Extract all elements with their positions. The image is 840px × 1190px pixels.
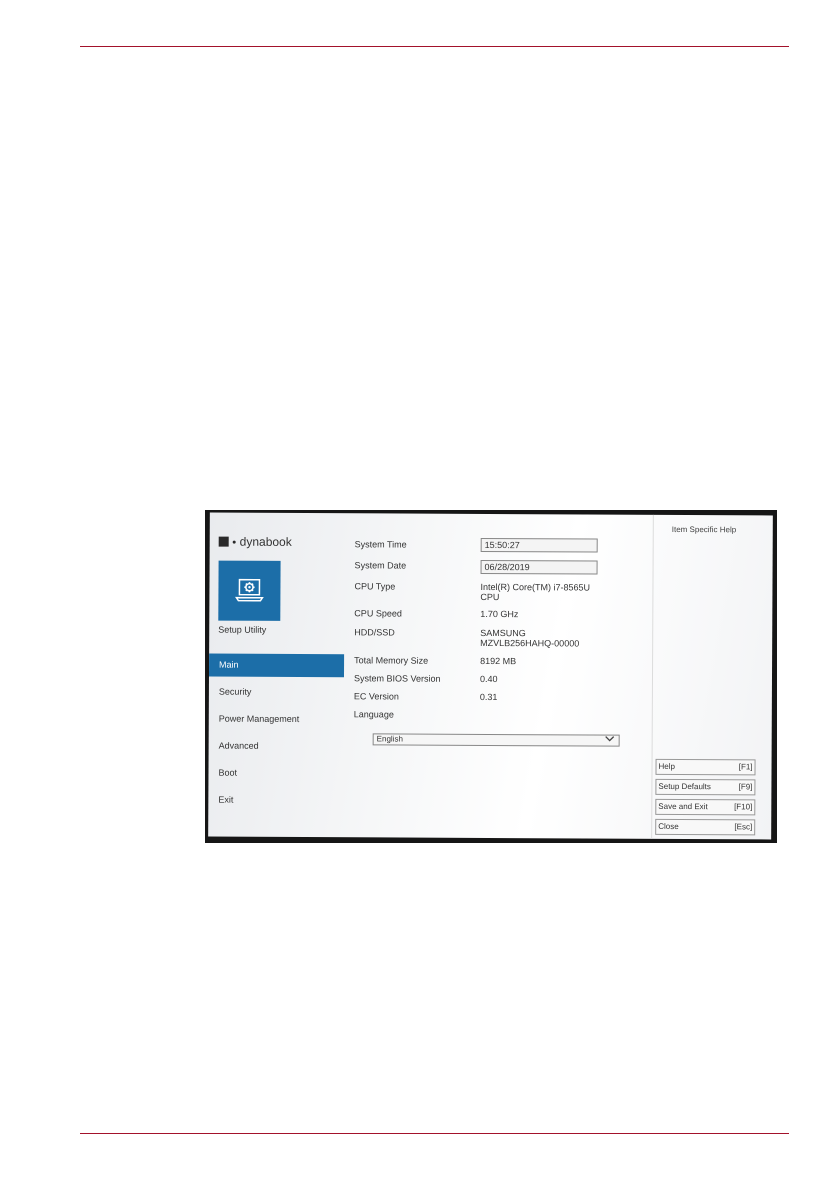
- hdd-ssd-value-line2: MZVLB256HAHQ-00000: [480, 637, 580, 649]
- setup-defaults-key-button[interactable]: Setup Defaults [F9]: [655, 778, 756, 796]
- language-selected-value: English: [376, 734, 403, 744]
- cpu-speed-label: CPU Speed: [354, 608, 402, 619]
- help-key-shortcut: [F1]: [738, 762, 753, 772]
- cpu-type-value: Intel(R) Core(TM) i7-8565U CPU: [480, 582, 590, 603]
- sidebar-item-boot[interactable]: Boot: [208, 762, 343, 786]
- dynabook-logo-icon: [218, 536, 229, 547]
- header-rule: [80, 46, 789, 47]
- sidebar-item-advanced[interactable]: Advanced: [209, 735, 344, 759]
- sidebar-item-exit[interactable]: Exit: [208, 789, 343, 813]
- hdd-ssd-value-line1: SAMSUNG: [480, 627, 526, 639]
- close-key-label: Close: [658, 821, 679, 831]
- system-time-label: System Time: [354, 539, 407, 550]
- help-pane-divider: [651, 514, 654, 839]
- cpu-speed-value: 1.70 GHz: [480, 608, 519, 620]
- hdd-ssd-value: SAMSUNG MZVLB256HAHQ-00000: [480, 628, 579, 649]
- sidebar-item-power-management[interactable]: Power Management: [209, 708, 344, 732]
- sidebar-nav: Main Security Power Management Advanced …: [208, 653, 345, 817]
- bios-version-value: 0.40: [479, 673, 498, 685]
- total-memory-label: Total Memory Size: [354, 655, 429, 666]
- total-memory-value: 8192 MB: [480, 655, 517, 667]
- setup-defaults-key-label: Setup Defaults: [658, 781, 711, 792]
- footer-rule: [80, 1133, 789, 1134]
- setup-utility-label: Setup Utility: [218, 624, 267, 635]
- cpu-type-value-line1: Intel(R) Core(TM) i7-8565U: [480, 581, 591, 593]
- brand-logo: dynabook: [218, 534, 292, 549]
- help-title: Item Specific Help: [671, 524, 737, 535]
- sidebar-item-security[interactable]: Security: [209, 681, 344, 705]
- laptop-gear-icon: [235, 578, 264, 602]
- function-key-list: Help [F1] Setup Defaults [F9] Save and E…: [655, 758, 756, 840]
- system-time-field[interactable]: 15:50:27: [480, 537, 598, 553]
- save-and-exit-key-label: Save and Exit: [658, 801, 708, 812]
- bios-screen-photo: dynabook Setup Utility Main Security Pow…: [205, 510, 777, 843]
- brand-dot-icon: [232, 540, 236, 544]
- close-key-shortcut: [Esc]: [734, 822, 753, 832]
- language-select[interactable]: English: [372, 733, 620, 747]
- help-key-label: Help: [658, 761, 676, 771]
- save-and-exit-key-shortcut: [F10]: [734, 802, 753, 812]
- system-date-field[interactable]: 06/28/2019: [480, 559, 598, 575]
- setup-utility-tile: [218, 560, 281, 621]
- sidebar-item-main[interactable]: Main: [208, 653, 345, 678]
- setup-defaults-key-shortcut: [F9]: [738, 782, 753, 792]
- ec-version-value: 0.31: [479, 691, 498, 703]
- system-date-label: System Date: [354, 560, 407, 571]
- help-key-button[interactable]: Help [F1]: [655, 758, 756, 776]
- cpu-type-value-line2: CPU: [480, 591, 500, 603]
- ec-version-label: EC Version: [353, 691, 399, 702]
- language-label: Language: [353, 709, 394, 720]
- close-key-button[interactable]: Close [Esc]: [655, 818, 756, 836]
- cpu-type-label: CPU Type: [354, 581, 396, 592]
- bios-setup-screen: dynabook Setup Utility Main Security Pow…: [208, 512, 773, 840]
- brand-name: dynabook: [239, 534, 292, 549]
- save-and-exit-key-button[interactable]: Save and Exit [F10]: [655, 798, 756, 816]
- hdd-ssd-label: HDD/SSD: [354, 627, 395, 638]
- chevron-down-icon: [605, 735, 615, 746]
- bios-version-label: System BIOS Version: [353, 673, 441, 684]
